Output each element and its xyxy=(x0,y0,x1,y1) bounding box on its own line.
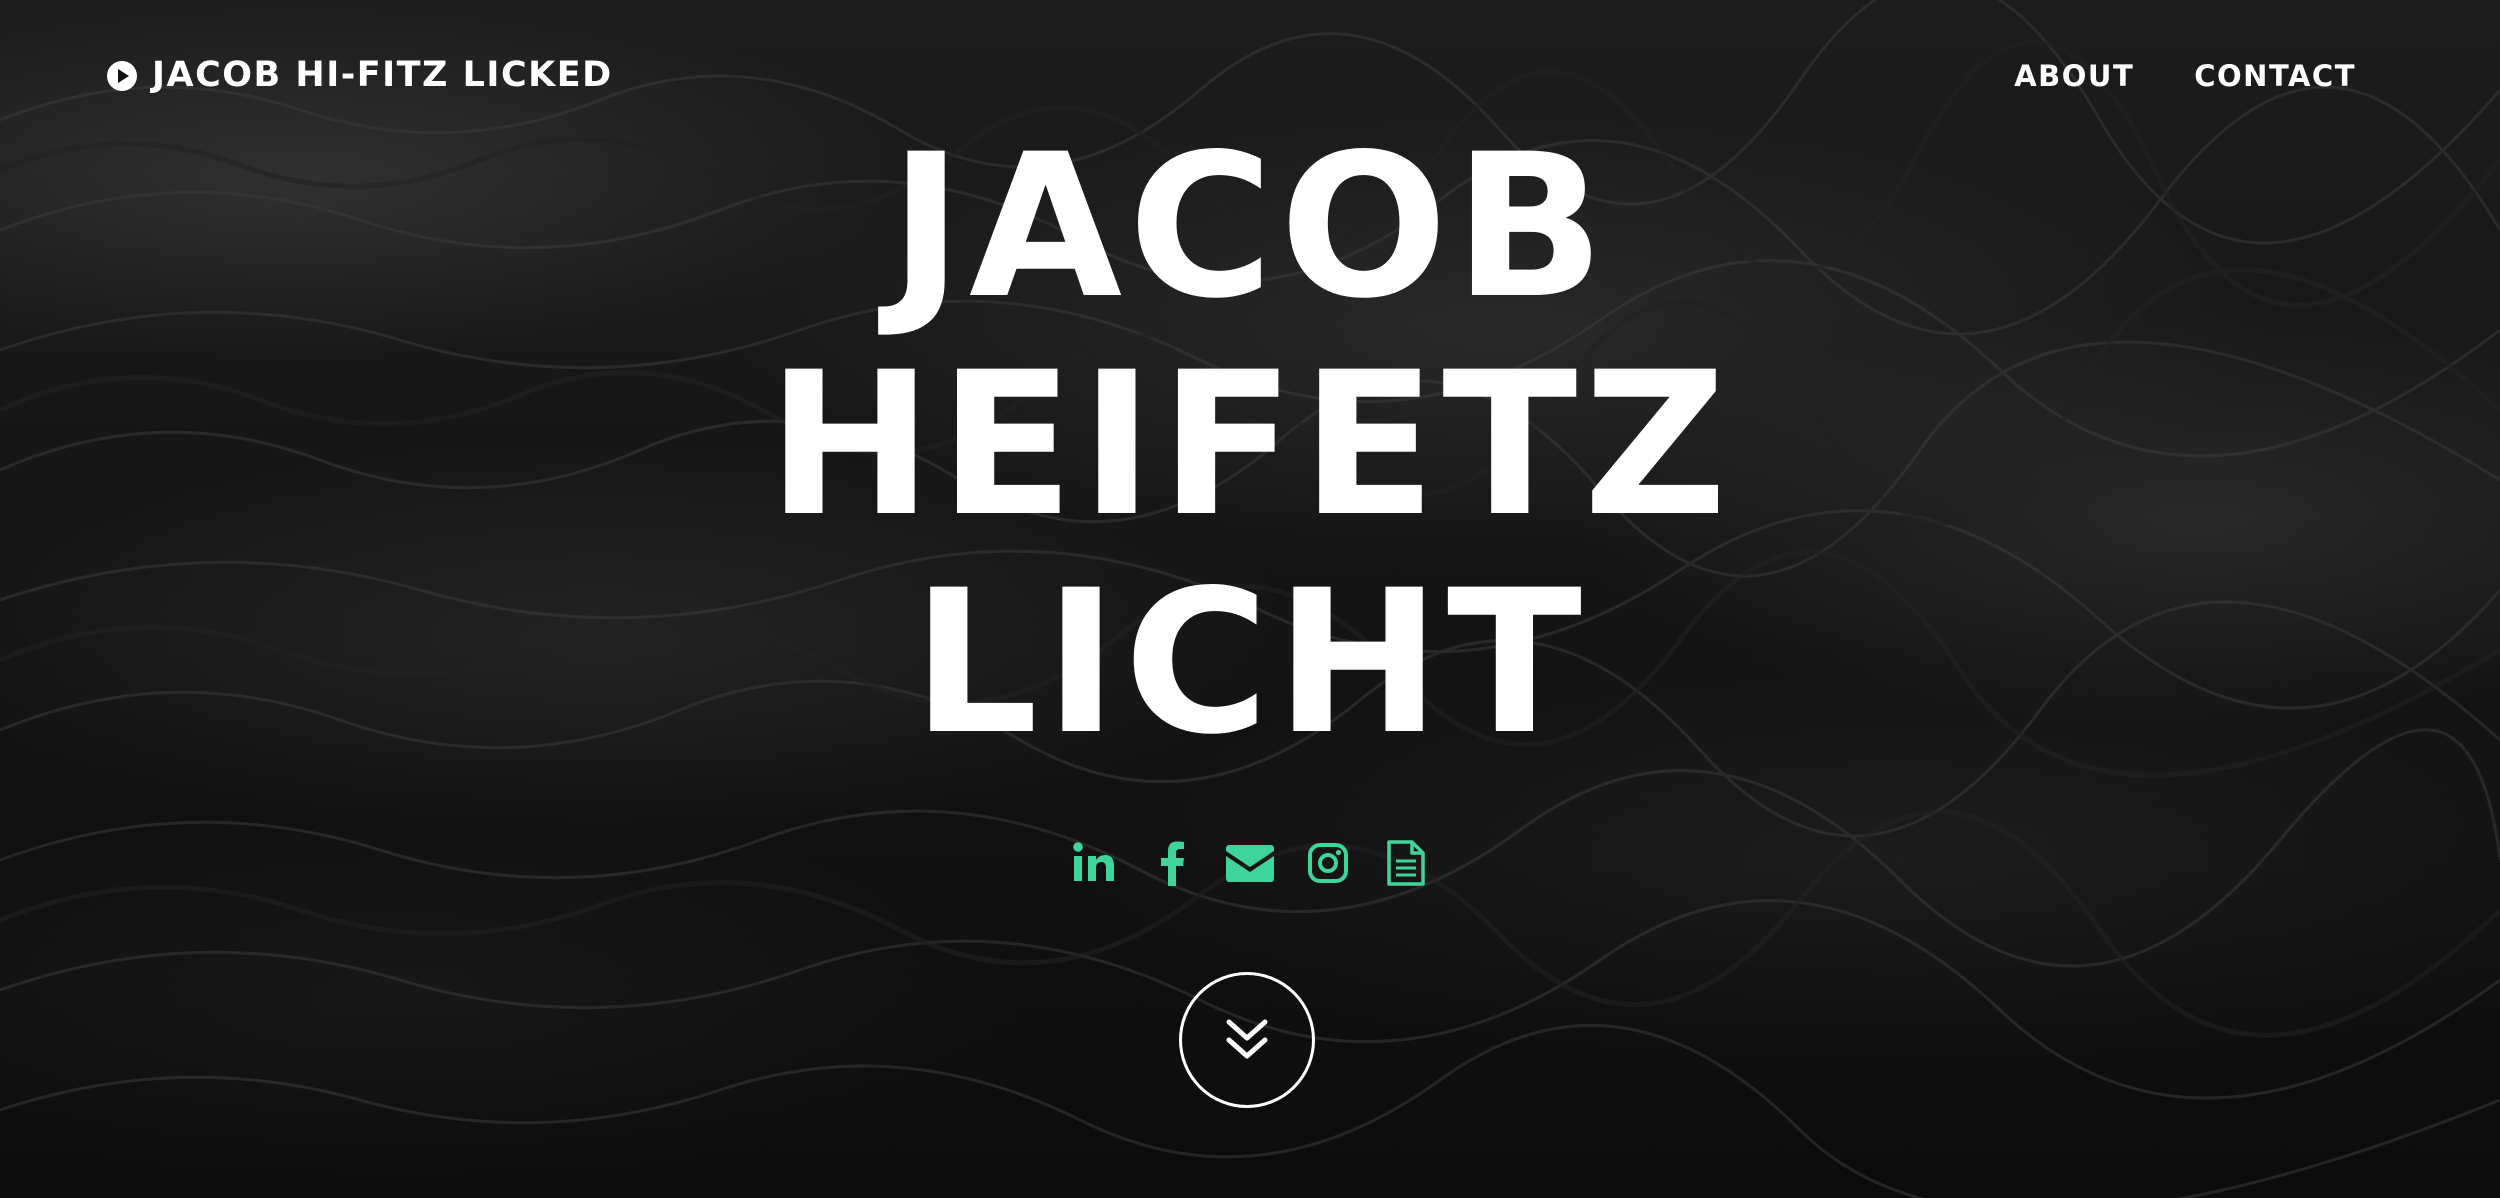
linkedin-icon xyxy=(1073,842,1114,881)
double-chevron-down-icon xyxy=(1226,1019,1268,1059)
linkedin-link[interactable] xyxy=(1069,836,1119,890)
nav-contact-link[interactable]: CONTACT xyxy=(2194,62,2356,91)
facebook-link[interactable] xyxy=(1147,836,1197,890)
scroll-down-button[interactable] xyxy=(1179,972,1315,1108)
brand-home-link[interactable]: JACOB HI-FITZ LICKED xyxy=(106,58,613,93)
hero-title-line-first: JACOB xyxy=(889,111,1611,342)
hero-title-line-middle: HEIFETZ xyxy=(767,329,1733,560)
document-icon xyxy=(1387,840,1425,886)
hero-title-line-last: LICHT xyxy=(912,547,1588,778)
nav-about-link[interactable]: ABOUT xyxy=(2014,62,2134,91)
hero-title: JACOB HEIFETZ LICHT xyxy=(0,118,2500,772)
email-link[interactable] xyxy=(1225,836,1275,890)
brand-label: JACOB HI-FITZ LICKED xyxy=(152,55,613,95)
play-circle-icon xyxy=(107,60,137,91)
social-links xyxy=(0,836,2500,890)
instagram-link[interactable] xyxy=(1303,836,1353,890)
envelope-icon xyxy=(1226,845,1274,882)
instagram-icon xyxy=(1308,843,1348,883)
resume-link[interactable] xyxy=(1381,836,1431,890)
main-nav: ABOUT CONTACT xyxy=(2014,62,2356,91)
facebook-icon xyxy=(1161,841,1184,886)
